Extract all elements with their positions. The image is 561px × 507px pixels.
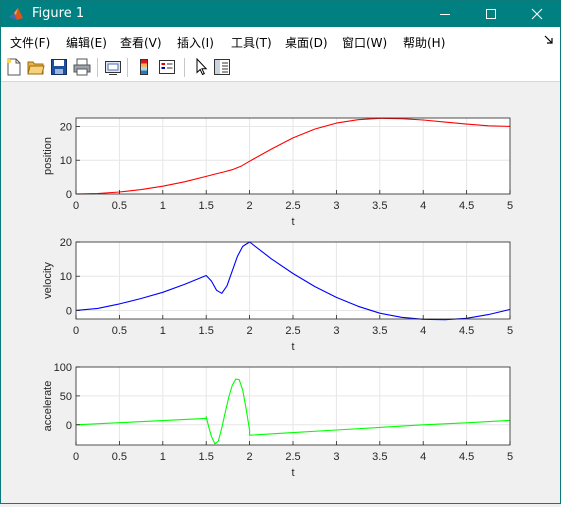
- tool-bar: [1, 54, 560, 82]
- plot3-y-tick-label: 0: [66, 420, 72, 432]
- plot3-x-axis-label: t: [291, 467, 294, 479]
- plot1-x-tick-label: 5: [507, 200, 513, 212]
- plot1-y-tick-label: 0: [66, 189, 72, 201]
- plot3-x-tick-label: 4: [420, 451, 426, 463]
- plot1-y-axis-label: position: [42, 137, 54, 175]
- figure-window: Figure 1 文件(F) 编辑(E) 查看(V) 插入(I) 工具(T) 桌…: [0, 0, 561, 504]
- menu-window[interactable]: 窗口(W): [342, 34, 387, 51]
- plot2-x-tick-label: 1: [160, 325, 166, 337]
- insert-colorbar-icon[interactable]: [135, 58, 153, 76]
- maximize-button[interactable]: [468, 1, 514, 27]
- plot1-x-tick-label: 4.5: [459, 200, 474, 212]
- figure-canvas: 0 0.5 1 1.5 2 2.5 3 3.5 4 4.5 5 0 10 20 t position 0 0.5 1…: [1, 82, 560, 503]
- maximize-icon: [486, 9, 496, 19]
- menu-bar: 文件(F) 编辑(E) 查看(V) 插入(I) 工具(T) 桌面(D) 窗口(W…: [1, 27, 560, 54]
- window-title: Figure 1: [32, 6, 85, 21]
- plot1-x-tick-label: 0: [73, 200, 79, 212]
- plot1-x-tick-label: 2: [247, 200, 253, 212]
- new-figure-icon[interactable]: [5, 58, 23, 76]
- minimize-button[interactable]: [422, 1, 468, 27]
- plot2-y-tick-label: 0: [66, 305, 72, 317]
- plot2-x-tick-label: 3: [333, 325, 339, 337]
- matlab-icon: [9, 8, 23, 20]
- close-icon: [531, 8, 543, 20]
- plot3-x-tick-label: 1.5: [199, 451, 214, 463]
- plot3-y-tick-label: 100: [54, 362, 72, 374]
- link-plot-icon[interactable]: [104, 58, 122, 76]
- plot1-x-tick-label: 1: [160, 200, 166, 212]
- plot3-x-tick-label: 0: [73, 451, 79, 463]
- plot2-x-tick-label: 2.5: [285, 325, 300, 337]
- plot2-y-tick-label: 10: [60, 271, 72, 283]
- plot3-x-tick-label: 2.5: [285, 451, 300, 463]
- plot3-x-tick-label: 0.5: [112, 451, 127, 463]
- close-button[interactable]: [514, 1, 560, 27]
- print-icon[interactable]: [73, 58, 91, 76]
- open-property-inspector-icon[interactable]: [213, 58, 231, 76]
- dock-arrow-icon[interactable]: [544, 35, 554, 45]
- plot3-x-tick-label: 5: [507, 451, 513, 463]
- plot2-x-tick-label: 0.5: [112, 325, 127, 337]
- menu-insert[interactable]: 插入(I): [177, 34, 214, 51]
- plot3-x-tick-label: 4.5: [459, 451, 474, 463]
- plot1-x-axis-label: t: [291, 216, 294, 228]
- save-icon[interactable]: [50, 58, 68, 76]
- plot2-x-tick-label: 0: [73, 325, 79, 337]
- plot2-x-tick-label: 5: [507, 325, 513, 337]
- plot1-y-tick-label: 10: [60, 155, 72, 167]
- toolbar-separator: [184, 58, 185, 77]
- menu-file[interactable]: 文件(F): [10, 34, 50, 51]
- menu-desktop[interactable]: 桌面(D): [285, 34, 328, 51]
- plot3-x-tick-label: 1: [160, 451, 166, 463]
- plot1-x-tick-label: 3.5: [372, 200, 387, 212]
- plot2-x-tick-label: 1.5: [199, 325, 214, 337]
- open-file-icon[interactable]: [27, 58, 45, 76]
- toolbar-separator: [97, 58, 98, 77]
- plot3-y-tick-label: 50: [60, 391, 72, 403]
- plot3-x-tick-label: 3.5: [372, 451, 387, 463]
- menu-tools[interactable]: 工具(T): [231, 34, 272, 51]
- plot1-x-tick-label: 2.5: [285, 200, 300, 212]
- toolbar-separator: [127, 58, 128, 77]
- plot1-x-tick-label: 0.5: [112, 200, 127, 212]
- plot3-x-tick-label: 3: [333, 451, 339, 463]
- plot1-x-tick-label: 1.5: [199, 200, 214, 212]
- plot2-x-tick-label: 4: [420, 325, 426, 337]
- plot2-x-tick-label: 2: [247, 325, 253, 337]
- insert-legend-icon[interactable]: [158, 58, 176, 76]
- menu-edit[interactable]: 编辑(E): [66, 34, 107, 51]
- minimize-icon: [440, 14, 450, 15]
- menu-view[interactable]: 查看(V): [120, 34, 162, 51]
- plot1-x-tick-label: 4: [420, 200, 426, 212]
- plot1-y-tick-label: 20: [60, 121, 72, 133]
- title-bar[interactable]: Figure 1: [1, 1, 560, 27]
- plot2-y-axis-label: velocity: [42, 262, 54, 299]
- plot3-y-axis-label: accelerate: [42, 381, 54, 432]
- edit-plot-icon[interactable]: [192, 58, 210, 76]
- plot2-y-tick-label: 20: [60, 237, 72, 249]
- menu-help[interactable]: 帮助(H): [403, 34, 445, 51]
- plot1-x-tick-label: 3: [333, 200, 339, 212]
- plots-svg: 0 0.5 1 1.5 2 2.5 3 3.5 4 4.5 501020tposition0 0.5 1…: [42, 117, 513, 479]
- plot2-x-tick-label: 4.5: [459, 325, 474, 337]
- plot3-x-tick-label: 2: [247, 451, 253, 463]
- plot2-x-tick-label: 3.5: [372, 325, 387, 337]
- plot2-x-axis-label: t: [291, 341, 294, 353]
